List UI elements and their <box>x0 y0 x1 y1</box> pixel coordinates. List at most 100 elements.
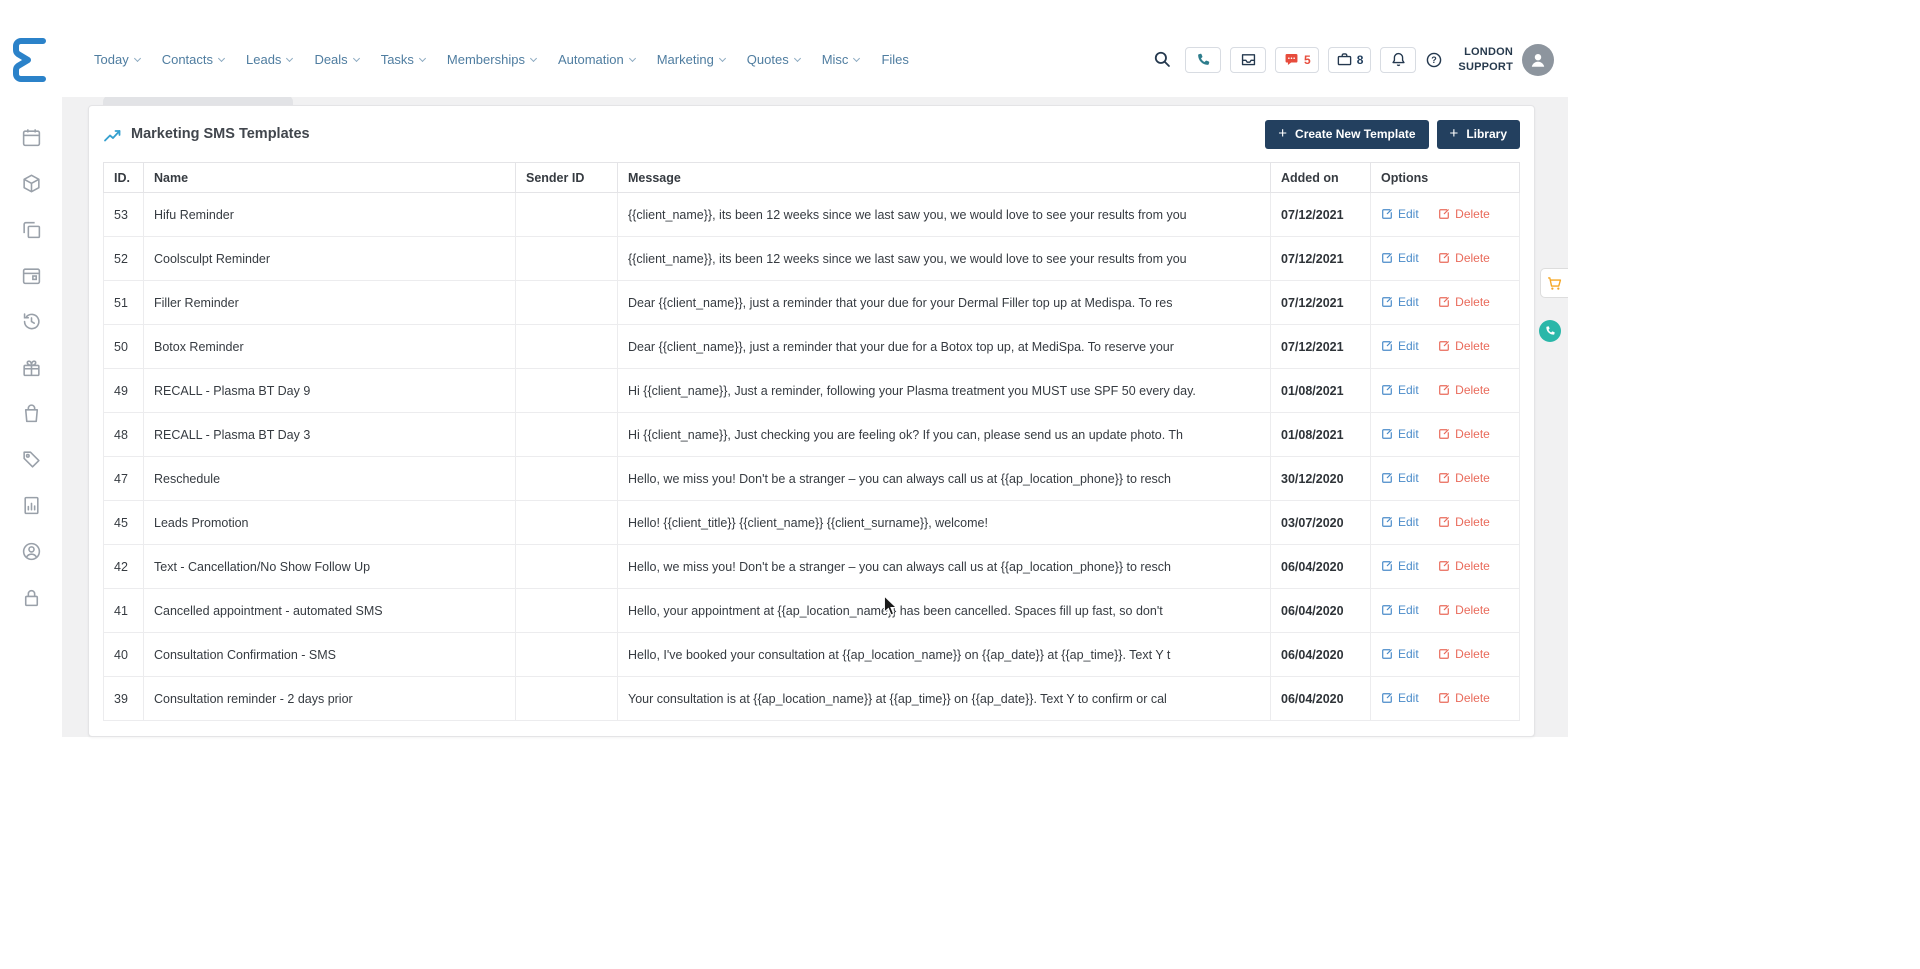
gift-icon[interactable] <box>21 357 42 378</box>
lock-icon[interactable] <box>21 587 42 608</box>
nav-item-today[interactable]: Today <box>94 52 140 67</box>
table-row: 48 RECALL - Plasma BT Day 3 Hi {{client_… <box>104 413 1520 457</box>
edit-link[interactable]: Edit <box>1381 515 1419 529</box>
cell-added-on: 06/04/2020 <box>1271 677 1371 721</box>
cell-message: Dear {{client_name}}, just a reminder th… <box>618 325 1271 369</box>
edit-link[interactable]: Edit <box>1381 383 1419 397</box>
delete-link[interactable]: Delete <box>1438 427 1490 441</box>
nav-item-automation[interactable]: Automation <box>558 52 635 67</box>
nav-item-tasks[interactable]: Tasks <box>381 52 425 67</box>
chevron-down-icon <box>419 54 426 61</box>
table-header: ID. Name Sender ID Message Added on Opti… <box>104 163 1520 193</box>
tag-icon[interactable] <box>21 449 42 470</box>
delete-link[interactable]: Delete <box>1438 207 1490 221</box>
table-row: 49 RECALL - Plasma BT Day 9 Hi {{client_… <box>104 369 1520 413</box>
delete-link[interactable]: Delete <box>1438 647 1490 661</box>
search-icon[interactable] <box>1153 50 1172 69</box>
edit-link[interactable]: Edit <box>1381 691 1419 705</box>
cell-options: Edit Delete <box>1371 193 1520 237</box>
nav-item-misc[interactable]: Misc <box>822 52 860 67</box>
pos-count-badge: 8 <box>1357 53 1364 67</box>
calendar-icon[interactable] <box>21 127 42 148</box>
calendar-event-icon[interactable] <box>21 265 42 286</box>
chat-button[interactable]: 5 <box>1275 47 1319 73</box>
cell-added-on: 06/04/2020 <box>1271 633 1371 677</box>
notifications-button[interactable] <box>1380 47 1416 73</box>
edit-link[interactable]: Edit <box>1381 471 1419 485</box>
cell-name: Consultation reminder - 2 days prior <box>144 677 516 721</box>
cell-options: Edit Delete <box>1371 633 1520 677</box>
table-row: 45 Leads Promotion Hello! {{client_title… <box>104 501 1520 545</box>
report-icon[interactable] <box>21 495 42 516</box>
account-name: LONDON SUPPORT <box>1458 45 1513 74</box>
nav-item-deals[interactable]: Deals <box>314 52 358 67</box>
nav-item-files[interactable]: Files <box>881 52 908 67</box>
delete-link[interactable]: Delete <box>1438 691 1490 705</box>
phone-button[interactable] <box>1185 47 1221 73</box>
cell-name: Cancelled appointment - automated SMS <box>144 589 516 633</box>
left-sidebar <box>0 97 62 737</box>
delete-link[interactable]: Delete <box>1438 603 1490 617</box>
cell-message: Hi {{client_name}}, Just checking you ar… <box>618 413 1271 457</box>
table-row: 40 Consultation Confirmation - SMS Hello… <box>104 633 1520 677</box>
chevron-down-icon <box>134 54 141 61</box>
package-icon[interactable] <box>21 173 42 194</box>
cell-id: 52 <box>104 237 144 281</box>
cell-added-on: 01/08/2021 <box>1271 413 1371 457</box>
cell-id: 41 <box>104 589 144 633</box>
inbox-button[interactable] <box>1230 47 1266 73</box>
shopping-bag-icon[interactable] <box>21 403 42 424</box>
user-clock-icon[interactable] <box>21 541 42 562</box>
cell-options: Edit Delete <box>1371 501 1520 545</box>
delete-link[interactable]: Delete <box>1438 559 1490 573</box>
cell-message: Hello! {{client_title}} {{client_name}} … <box>618 501 1271 545</box>
chevron-down-icon <box>853 54 860 61</box>
delete-link[interactable]: Delete <box>1438 471 1490 485</box>
table-row: 50 Botox Reminder Dear {{client_name}}, … <box>104 325 1520 369</box>
briefcase-icon <box>1336 51 1353 68</box>
edit-link[interactable]: Edit <box>1381 603 1419 617</box>
nav-item-leads[interactable]: Leads <box>246 52 292 67</box>
delete-link[interactable]: Delete <box>1438 383 1490 397</box>
copy-icon[interactable] <box>21 219 42 240</box>
create-new-template-button[interactable]: + Create New Template <box>1265 120 1428 149</box>
cell-added-on: 06/04/2020 <box>1271 589 1371 633</box>
page-title: Marketing SMS Templates <box>131 126 310 142</box>
cell-message: Dear {{client_name}}, just a reminder th… <box>618 281 1271 325</box>
chevron-down-icon <box>218 54 225 61</box>
pos-button[interactable]: 8 <box>1328 47 1372 73</box>
edit-link[interactable]: Edit <box>1381 251 1419 265</box>
phone-icon <box>1195 52 1211 68</box>
nav-item-memberships[interactable]: Memberships <box>447 52 536 67</box>
templates-table: ID. Name Sender ID Message Added on Opti… <box>103 162 1520 721</box>
table-row: 52 Coolsculpt Reminder {{client_name}}, … <box>104 237 1520 281</box>
edit-link[interactable]: Edit <box>1381 207 1419 221</box>
nav-item-marketing[interactable]: Marketing <box>657 52 725 67</box>
help-icon[interactable]: ? <box>1425 51 1443 69</box>
history-icon[interactable] <box>21 311 42 332</box>
cell-sender-id <box>516 589 618 633</box>
delete-link[interactable]: Delete <box>1438 251 1490 265</box>
edit-link[interactable]: Edit <box>1381 339 1419 353</box>
cart-tab-button[interactable] <box>1540 268 1568 298</box>
edit-link[interactable]: Edit <box>1381 427 1419 441</box>
delete-link[interactable]: Delete <box>1438 295 1490 309</box>
nav-item-contacts[interactable]: Contacts <box>162 52 224 67</box>
nav-item-quotes[interactable]: Quotes <box>747 52 800 67</box>
edit-link[interactable]: Edit <box>1381 295 1419 309</box>
cart-icon <box>1546 275 1563 292</box>
cell-options: Edit Delete <box>1371 369 1520 413</box>
library-button[interactable]: + Library <box>1437 120 1520 149</box>
col-id: ID. <box>104 163 144 193</box>
table-row: 47 Reschedule Hello, we miss you! Don't … <box>104 457 1520 501</box>
delete-link[interactable]: Delete <box>1438 339 1490 353</box>
delete-link[interactable]: Delete <box>1438 515 1490 529</box>
avatar[interactable] <box>1522 44 1554 76</box>
cell-sender-id <box>516 501 618 545</box>
app-logo-icon[interactable] <box>10 35 52 85</box>
table-row: 51 Filler Reminder Dear {{client_name}},… <box>104 281 1520 325</box>
cell-sender-id <box>516 369 618 413</box>
edit-link[interactable]: Edit <box>1381 559 1419 573</box>
whatsapp-button[interactable] <box>1539 320 1561 342</box>
edit-link[interactable]: Edit <box>1381 647 1419 661</box>
